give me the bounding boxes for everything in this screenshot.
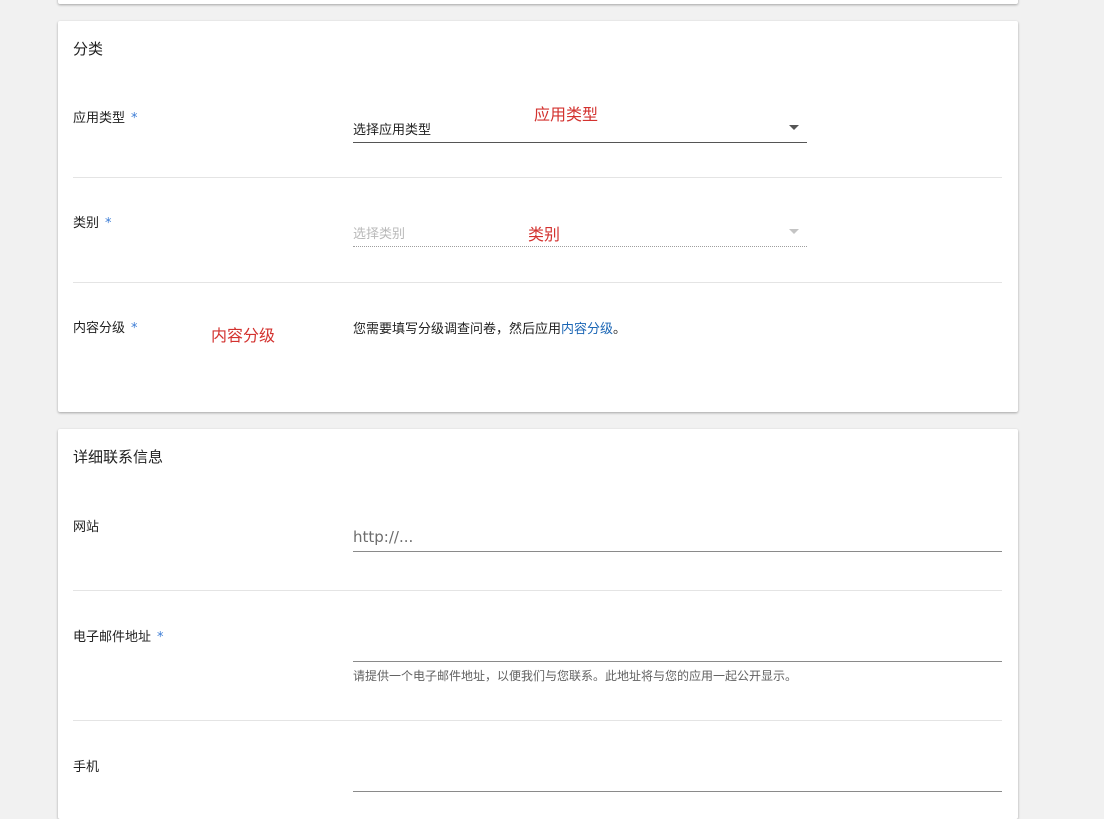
website-label: 网站	[73, 516, 99, 535]
required-mark: *	[131, 321, 138, 336]
content-rating-info-text: 您需要填写分级调查问卷，然后应用	[353, 322, 561, 337]
category-card: 分类 应用类型 * 选择应用类型 应用类型 类别 * 选择类别 类别 内容分级 * 内…	[58, 21, 1018, 412]
phone-input[interactable]	[353, 763, 1002, 792]
website-input[interactable]	[353, 523, 1002, 552]
category-section-title: 分类	[73, 38, 103, 59]
content-rating-label-text: 内容分级	[73, 321, 125, 336]
select-underline	[353, 142, 807, 143]
required-mark: *	[105, 216, 112, 231]
category-annotation: 类别	[528, 221, 560, 245]
app-type-label-text: 应用类型	[73, 111, 125, 126]
category-label-text: 类别	[73, 216, 99, 231]
content-rating-link[interactable]: 内容分级	[561, 322, 613, 337]
required-mark: *	[131, 111, 138, 126]
select-underline	[353, 246, 807, 247]
category-select[interactable]: 选择类别	[353, 217, 807, 247]
category-select-value: 选择类别	[353, 223, 405, 242]
category-label: 类别 *	[73, 212, 112, 231]
content-rating-info-end: 。	[613, 322, 626, 337]
content-rating-info: 您需要填写分级调查问卷，然后应用内容分级。	[353, 318, 626, 337]
required-mark: *	[157, 630, 164, 645]
email-input[interactable]	[353, 633, 1002, 662]
email-label: 电子邮件地址 *	[73, 626, 164, 645]
divider	[73, 177, 1002, 178]
contact-card: 详细联系信息 网站 电子邮件地址 * 请提供一个电子邮件地址，以便我们与您联系。此…	[58, 429, 1018, 819]
divider	[73, 590, 1002, 591]
previous-card	[58, 0, 1018, 4]
email-label-text: 电子邮件地址	[73, 630, 151, 645]
divider	[73, 720, 1002, 721]
contact-section-title: 详细联系信息	[73, 446, 163, 467]
content-rating-annotation: 内容分级	[211, 322, 275, 346]
email-helper-text: 请提供一个电子邮件地址，以便我们与您联系。此地址将与您的应用一起公开显示。	[353, 667, 797, 684]
divider	[73, 282, 1002, 283]
phone-label: 手机	[73, 756, 99, 775]
dropdown-arrow-icon	[789, 229, 799, 234]
dropdown-arrow-icon	[789, 125, 799, 130]
app-type-annotation: 应用类型	[534, 101, 598, 125]
content-rating-label: 内容分级 *	[73, 317, 138, 336]
app-type-select-value: 选择应用类型	[353, 119, 431, 138]
app-type-label: 应用类型 *	[73, 107, 138, 126]
